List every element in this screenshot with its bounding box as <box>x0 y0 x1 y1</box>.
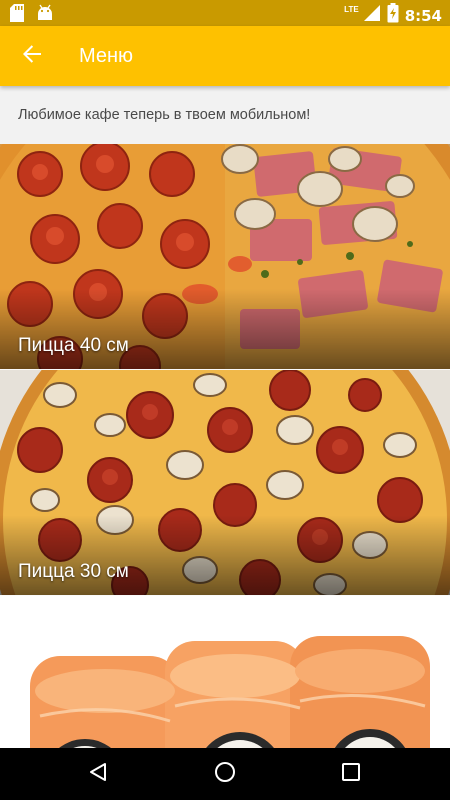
menu-item-label: Пицца 40 см <box>18 335 129 356</box>
subtitle-text: Любимое кафе теперь в твоем мобильном! <box>18 107 311 123</box>
nav-back-button[interactable] <box>82 758 114 790</box>
menu-item-sushi[interactable] <box>0 596 450 748</box>
page-title: Меню <box>79 45 134 67</box>
menu-list[interactable]: Пицца 40 см Пицца 30 см <box>0 144 450 748</box>
status-bar: LTE 8:54 <box>0 0 450 26</box>
card-gradient <box>0 515 450 595</box>
sd-card-icon <box>10 4 24 27</box>
signal-icon <box>363 4 381 27</box>
menu-item-pizza-40[interactable]: Пицца 40 см <box>0 144 450 369</box>
nav-home-icon <box>213 760 237 789</box>
back-button[interactable] <box>16 40 48 72</box>
nav-home-button[interactable] <box>209 758 241 790</box>
battery-charging-icon <box>387 3 399 28</box>
status-time: 8:54 <box>404 6 442 25</box>
app-bar: Меню <box>0 26 450 86</box>
card-gradient <box>0 289 450 369</box>
network-type: LTE <box>344 4 359 14</box>
menu-item-label: Пицца 30 см <box>18 561 129 582</box>
nav-recents-button[interactable] <box>335 758 367 790</box>
arrow-left-icon <box>22 44 42 69</box>
subtitle-banner: Любимое кафе теперь в твоем мобильном! <box>0 86 450 144</box>
menu-item-pizza-30[interactable]: Пицца 30 см <box>0 370 450 595</box>
nav-back-icon <box>87 761 109 788</box>
nav-recents-icon <box>341 762 361 787</box>
android-icon <box>36 4 54 27</box>
sushi-rolls-photo <box>0 596 450 748</box>
navigation-bar <box>0 748 450 800</box>
